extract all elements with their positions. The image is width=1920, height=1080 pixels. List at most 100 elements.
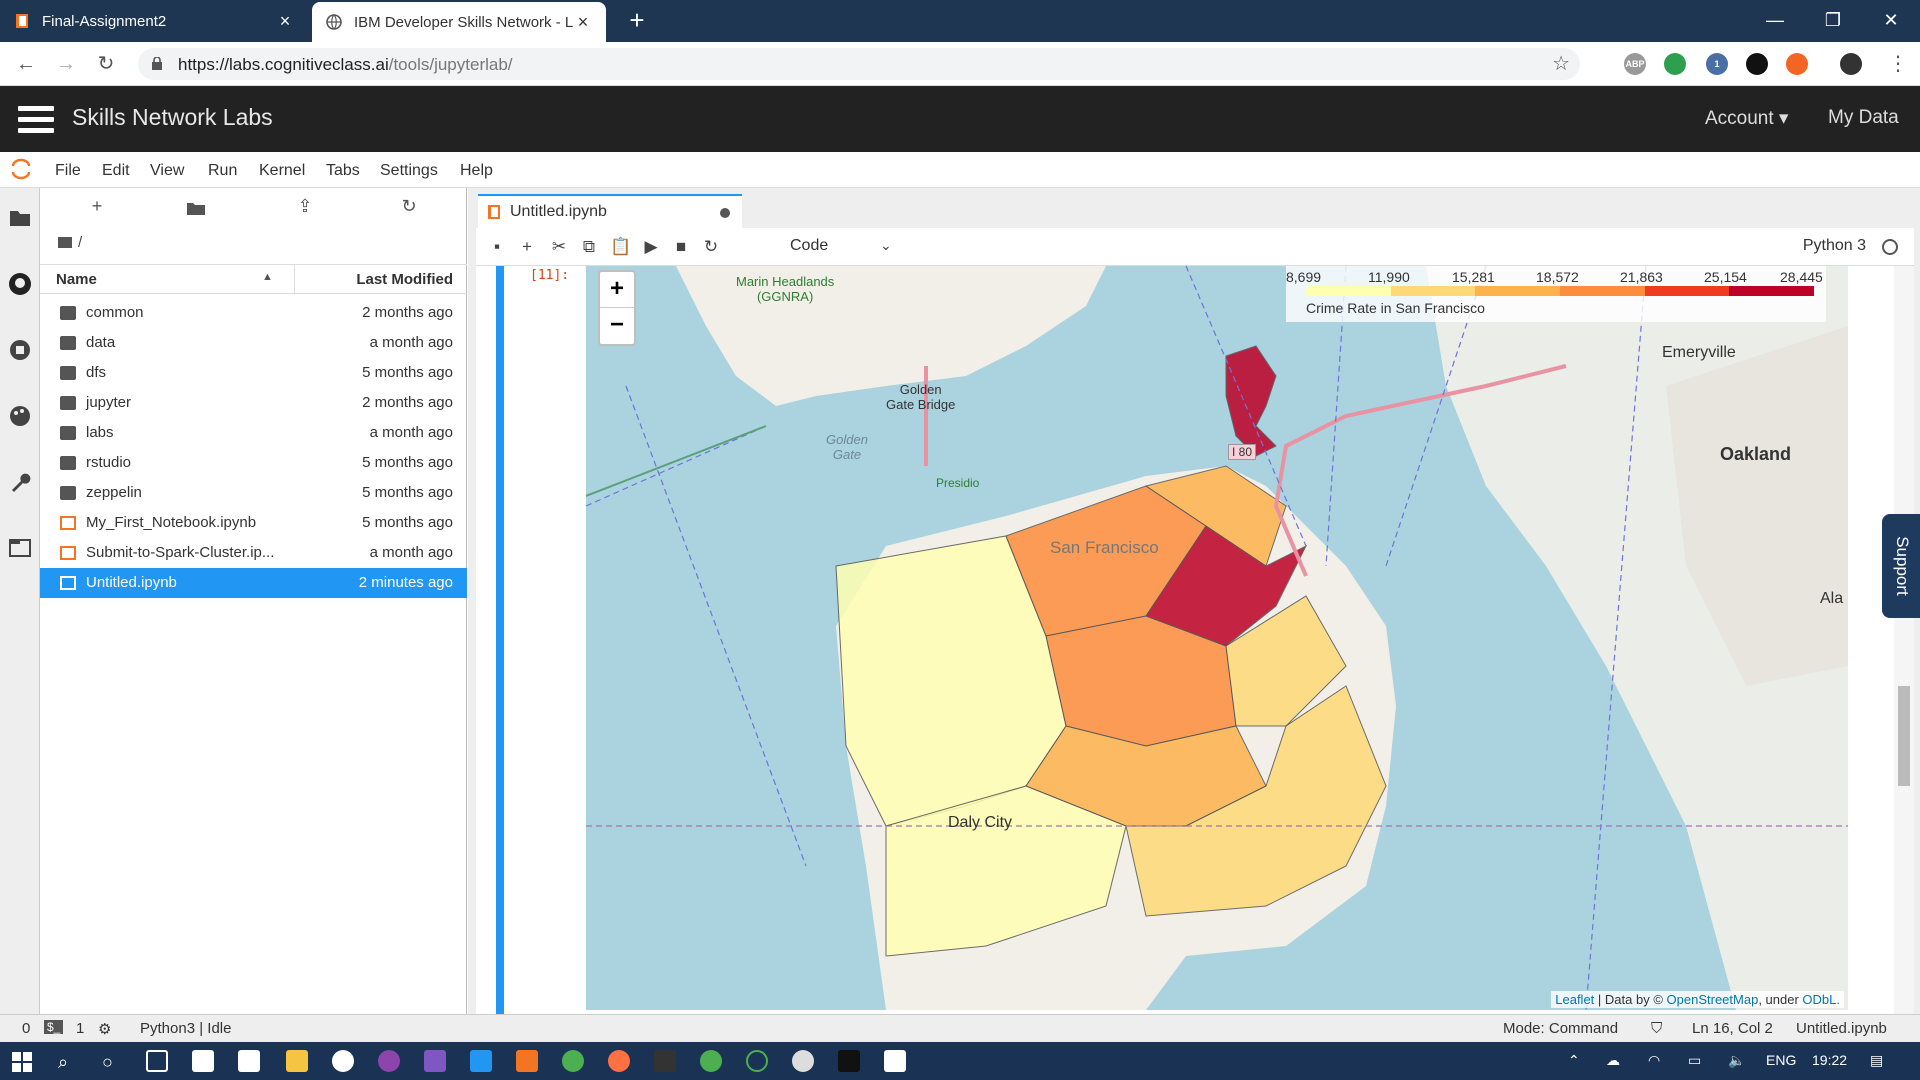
unsaved-indicator[interactable] [720, 208, 730, 218]
chat-extension-icon[interactable] [1746, 53, 1768, 75]
new-folder-icon[interactable] [186, 199, 206, 217]
photos-icon[interactable] [884, 1050, 906, 1072]
refresh-icon[interactable]: ↻ [394, 196, 424, 220]
support-button[interactable]: Support [1882, 514, 1920, 618]
menu-tabs[interactable]: Tabs [326, 162, 360, 180]
visual-studio-icon[interactable] [424, 1050, 446, 1072]
chevron-up-icon[interactable]: ⌃ [1568, 1052, 1580, 1069]
name-column-header[interactable]: Name [56, 271, 97, 288]
wifi-icon[interactable]: ◠ [1648, 1052, 1660, 1069]
battery-icon[interactable]: ▭ [1688, 1052, 1701, 1069]
menu-kernel[interactable]: Kernel [259, 162, 305, 180]
notifications-icon[interactable]: ▤ [1870, 1052, 1883, 1069]
notebook-row[interactable]: Untitled.ipynb 2 minutes ago [40, 568, 467, 598]
browser-tab-final-assignment[interactable]: Final-Assignment2 × [0, 0, 308, 42]
kernel-status[interactable]: Python3 | Idle [140, 1020, 231, 1037]
folder-row[interactable]: jupyter 2 months ago [40, 388, 467, 418]
extension-badge-icon[interactable]: 1 [1706, 53, 1728, 75]
menu-settings[interactable]: Settings [380, 162, 438, 180]
paste-icon[interactable]: 📋 [610, 236, 632, 258]
stop-icon[interactable]: ■ [670, 236, 692, 258]
cmd-icon[interactable] [838, 1050, 860, 1072]
mail-icon[interactable] [238, 1050, 260, 1072]
menu-view[interactable]: View [150, 162, 184, 180]
chrome-icon[interactable] [700, 1050, 722, 1072]
folder-row[interactable]: labs a month ago [40, 418, 467, 448]
folder-icon[interactable] [8, 206, 32, 230]
menu-help[interactable]: Help [460, 162, 493, 180]
leaflet-link[interactable]: Leaflet [1555, 992, 1594, 1007]
modified-column-header[interactable]: Last Modified [356, 271, 453, 288]
menu-file[interactable]: File [55, 162, 81, 180]
save-icon[interactable]: ▪ [486, 236, 508, 258]
close-tab-icon[interactable]: × [574, 12, 592, 33]
wrench-icon[interactable] [8, 470, 32, 494]
tab-untitled-notebook[interactable]: Untitled.ipynb [478, 194, 742, 228]
notebook-scrollbar[interactable] [1894, 266, 1914, 1014]
notebook-row[interactable]: Submit-to-Spark-Cluster.ip... a month ago [40, 538, 467, 568]
firefox-icon[interactable] [608, 1050, 630, 1072]
close-tab-icon[interactable]: × [276, 11, 294, 32]
osm-link[interactable]: OpenStreetMap [1667, 992, 1759, 1007]
close-window-icon[interactable]: ✕ [1862, 0, 1920, 42]
restore-icon[interactable]: ❐ [1804, 0, 1862, 42]
store-icon[interactable] [192, 1050, 214, 1072]
running-sessions-icon[interactable] [8, 338, 32, 362]
volume-icon[interactable]: 🔈 [1728, 1052, 1745, 1069]
reload-icon[interactable]: ↻ [92, 50, 120, 78]
browser-tab-ibm[interactable]: IBM Developer Skills Network - L × [312, 2, 606, 42]
cell-type-select[interactable]: Code [790, 237, 828, 255]
back-icon[interactable]: ← [12, 50, 40, 78]
cortana-icon[interactable]: ○ [102, 1052, 113, 1073]
profile-avatar[interactable] [1840, 53, 1862, 75]
extension-icon[interactable] [1664, 53, 1686, 75]
url-field[interactable]: https://labs.cognitiveclass.ai/tools/jup… [138, 48, 1580, 80]
app-icon[interactable] [746, 1050, 768, 1072]
app-icon[interactable] [332, 1050, 354, 1072]
github-icon[interactable] [8, 272, 32, 296]
folder-row[interactable]: rstudio 5 months ago [40, 448, 467, 478]
upload-icon[interactable]: ⇪ [290, 196, 320, 220]
zoom-in-button[interactable]: + [600, 272, 634, 308]
new-launcher-icon[interactable]: + [82, 196, 112, 220]
kernel-name[interactable]: Python 3 [1803, 237, 1866, 255]
extension-icon[interactable] [1786, 53, 1808, 75]
windows-start-icon[interactable] [12, 1052, 32, 1072]
forward-icon[interactable]: → [52, 50, 80, 78]
search-icon[interactable]: ⌕ [58, 1052, 68, 1073]
bookmark-star-icon[interactable]: ☆ [1552, 51, 1570, 76]
notebook-row[interactable]: My_First_Notebook.ipynb 5 months ago [40, 508, 467, 538]
chrome-icon[interactable] [562, 1050, 584, 1072]
menu-run[interactable]: Run [208, 162, 237, 180]
app-icon[interactable] [792, 1050, 814, 1072]
folder-row[interactable]: dfs 5 months ago [40, 358, 467, 388]
menu-kebab-icon[interactable]: ⋮ [1884, 50, 1912, 78]
cursor-position[interactable]: Ln 16, Col 2 [1692, 1020, 1773, 1037]
odbl-link[interactable]: ODbL. [1802, 992, 1840, 1007]
language-indicator[interactable]: ENG [1766, 1052, 1796, 1068]
restart-icon[interactable]: ↻ [700, 236, 722, 258]
run-icon[interactable]: ▶ [640, 236, 662, 258]
minimize-icon[interactable]: — [1746, 0, 1804, 42]
breadcrumb[interactable]: / [58, 234, 82, 251]
folder-row[interactable]: zeppelin 5 months ago [40, 478, 467, 508]
hamburger-menu-icon[interactable] [18, 106, 54, 134]
folder-row[interactable]: common 2 months ago [40, 298, 467, 328]
copy-icon[interactable]: ⧉ [578, 236, 600, 258]
zoom-out-button[interactable]: − [600, 308, 634, 344]
cut-icon[interactable]: ✂ [548, 236, 570, 258]
terminal-icon[interactable] [654, 1050, 676, 1072]
new-tab-button[interactable]: + [622, 6, 652, 36]
chevron-down-icon[interactable]: ⌄ [880, 237, 892, 254]
my-data-link[interactable]: My Data [1828, 107, 1899, 129]
palette-icon[interactable] [8, 404, 32, 428]
folder-row[interactable]: data a month ago [40, 328, 467, 358]
vscode-icon[interactable] [470, 1050, 492, 1072]
sublime-icon[interactable] [516, 1050, 538, 1072]
file-explorer-icon[interactable] [286, 1050, 308, 1072]
cloud-icon[interactable]: ☁ [1606, 1052, 1620, 1069]
clock[interactable]: 19:22 [1812, 1052, 1847, 1068]
task-view-icon[interactable] [146, 1050, 168, 1072]
menu-edit[interactable]: Edit [102, 162, 130, 180]
app-icon[interactable] [378, 1050, 400, 1072]
